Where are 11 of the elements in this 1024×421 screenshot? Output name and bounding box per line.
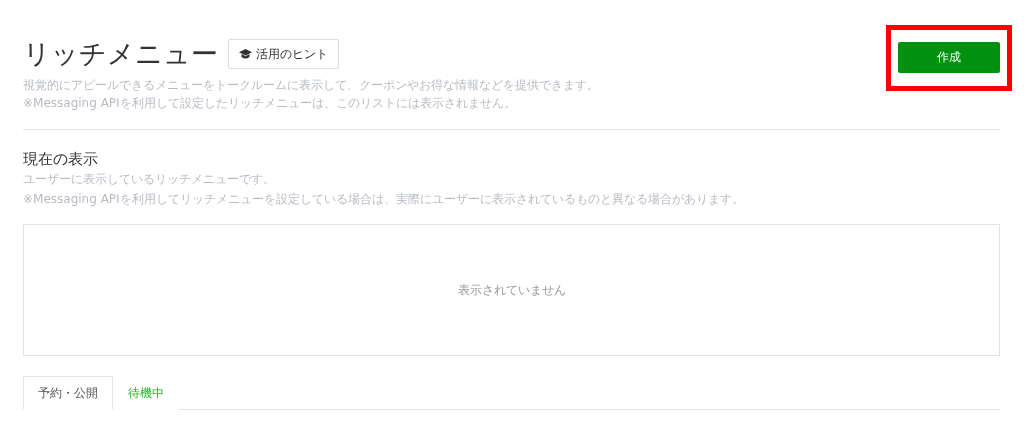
tab[interactable]: 予約・公開 [23, 376, 113, 410]
create-button[interactable]: 作成 [898, 42, 1000, 73]
description-text: ユーザーに表示しているリッチメニューです。 [23, 171, 276, 188]
page-title: リッチメニュー [23, 38, 218, 70]
graduation-cap-icon [239, 48, 252, 60]
empty-message: 表示されていません [457, 281, 566, 299]
hint-button[interactable]: 活用のヒント [228, 39, 339, 69]
description-text: 視覚的にアピールできるメニューをトークルームに表示して、クーポンやお得な情報などを提供できます。 [23, 77, 599, 94]
section-title: 現在の表示 [23, 149, 99, 169]
description-text: ※Messaging APIを利用してリッチメニューを設定している場合は、実際にユーザーに表示されているものと異なる場合があります。 [23, 191, 745, 208]
description-text: ※Messaging APIを利用して設定したリッチメニューは、このリストには表示されません。 [23, 95, 517, 112]
